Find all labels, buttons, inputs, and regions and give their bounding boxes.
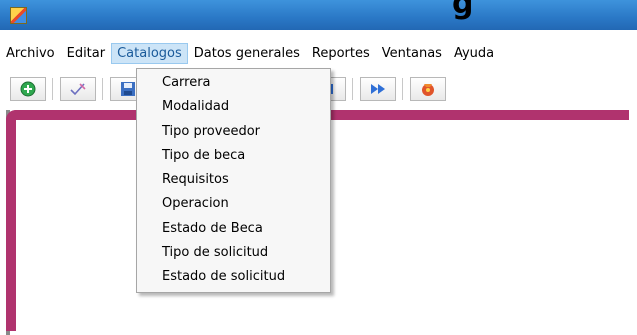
app-icon[interactable]	[10, 7, 27, 24]
menu-item-operacion[interactable]: Operacion	[137, 192, 330, 216]
edit-button[interactable]	[60, 77, 96, 101]
menu-bar: Archivo Editar Catalogos Datos generales…	[0, 41, 637, 65]
toolbar-separator	[402, 78, 403, 100]
menu-item-estado-de-beca[interactable]: Estado de Beca	[137, 217, 330, 241]
window-title: g	[452, 0, 474, 21]
menu-reportes[interactable]: Reportes	[306, 43, 376, 64]
menu-item-modalidad[interactable]: Modalidad	[137, 95, 330, 119]
catalogos-dropdown-menu: Carrera Modalidad Tipo proveedor Tipo de…	[136, 68, 331, 293]
menu-archivo[interactable]: Archivo	[0, 43, 61, 64]
edit-icon	[70, 83, 86, 96]
save-icon	[121, 82, 135, 96]
toolbar-separator	[352, 78, 353, 100]
toolbar-separator	[102, 78, 103, 100]
menu-ayuda[interactable]: Ayuda	[448, 43, 500, 64]
add-icon	[20, 81, 36, 97]
menu-item-requisitos[interactable]: Requisitos	[137, 168, 330, 192]
menu-item-tipo-de-solicitud[interactable]: Tipo de solicitud	[137, 241, 330, 265]
menu-item-carrera[interactable]: Carrera	[137, 71, 330, 95]
menu-datos-generales[interactable]: Datos generales	[188, 43, 306, 64]
add-button[interactable]	[10, 77, 46, 101]
menu-catalogos[interactable]: Catalogos	[111, 42, 188, 64]
delete-button[interactable]	[410, 77, 446, 101]
menu-item-tipo-de-beca[interactable]: Tipo de beca	[137, 144, 330, 168]
window-titlebar	[0, 0, 637, 30]
next-fast-button[interactable]	[360, 77, 396, 101]
toolbar-separator	[52, 78, 53, 100]
menu-ventanas[interactable]: Ventanas	[376, 43, 448, 64]
delete-icon	[422, 84, 434, 96]
menu-editar[interactable]: Editar	[61, 43, 112, 64]
menu-item-tipo-proveedor[interactable]: Tipo proveedor	[137, 120, 330, 144]
menu-item-estado-de-solicitud[interactable]: Estado de solicitud	[137, 265, 330, 289]
next-fast-icon	[371, 84, 385, 94]
